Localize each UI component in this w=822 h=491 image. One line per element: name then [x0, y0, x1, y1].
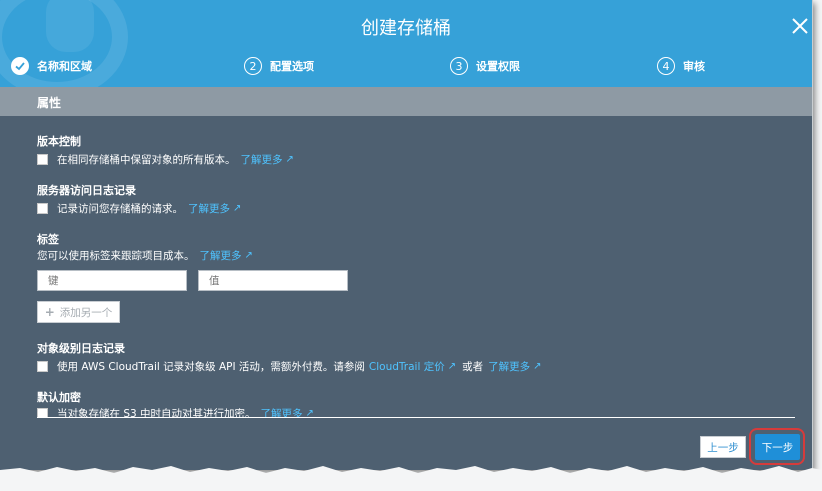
step-number: 4 — [657, 57, 675, 75]
dialog-header: 创建存储桶 名称和区域 2 配置选项 3 设置权限 4 审核 — [0, 0, 812, 98]
step-set-permissions[interactable]: 3 设置权限 — [450, 54, 520, 78]
versioning-checkbox[interactable] — [37, 154, 48, 165]
previous-button[interactable]: 上一步 — [700, 436, 746, 458]
close-icon[interactable] — [790, 16, 810, 36]
access-logging-row: 记录访问您存储桶的请求。 了解更多 ↗ — [37, 201, 241, 216]
step-label: 名称和区域 — [37, 60, 92, 73]
section-title: 属性 — [37, 96, 62, 110]
add-tag-button[interactable]: + 添加另一个 — [37, 301, 120, 323]
object-logging-row: 使用 AWS CloudTrail 记录对象级 API 活动，需额外付费。请参阅… — [37, 359, 541, 374]
create-bucket-dialog: 创建存储桶 名称和区域 2 配置选项 3 设置权限 4 审核 属性 版本控制 在… — [0, 0, 813, 470]
encryption-heading: 默认加密 — [37, 391, 81, 404]
dialog-title: 创建存储桶 — [361, 18, 451, 39]
access-logging-label: 记录访问您存储桶的请求。 — [57, 203, 183, 215]
content-divider — [37, 417, 795, 418]
tags-description-row: 您可以使用标签来跟踪项目成本。 了解更多 ↗ — [37, 248, 253, 263]
step-label: 审核 — [683, 60, 705, 73]
step-review[interactable]: 4 审核 — [657, 54, 705, 78]
torn-edge — [0, 466, 822, 491]
wizard-steps: 名称和区域 2 配置选项 3 设置权限 4 审核 — [0, 54, 812, 78]
step-label: 设置权限 — [476, 60, 520, 73]
plus-icon: + — [44, 305, 55, 319]
tag-value-input[interactable] — [198, 270, 348, 291]
properties-content: 版本控制 在相同存储桶中保留对象的所有版本。 了解更多 ↗ 服务器访问日志记录 … — [0, 116, 812, 418]
add-tag-label: 添加另一个 — [59, 306, 113, 319]
external-link-icon: ↗ — [447, 361, 457, 372]
tag-key-input[interactable] — [37, 270, 187, 291]
step-number: 2 — [244, 57, 262, 75]
access-logging-learn-more-link[interactable]: 了解更多 — [188, 201, 230, 216]
object-logging-checkbox[interactable] — [37, 361, 48, 372]
versioning-label: 在相同存储桶中保留对象的所有版本。 — [57, 154, 236, 166]
versioning-learn-more-link[interactable]: 了解更多 — [241, 152, 283, 167]
tags-learn-more-link[interactable]: 了解更多 — [200, 248, 242, 263]
tags-heading: 标签 — [37, 233, 59, 246]
tags-description: 您可以使用标签来跟踪项目成本。 — [37, 250, 195, 262]
cloudtrail-pricing-link[interactable]: CloudTrail 定价 — [369, 359, 445, 374]
access-logging-heading: 服务器访问日志记录 — [37, 184, 136, 197]
or-text: 或者 — [462, 361, 484, 373]
versioning-row: 在相同存储桶中保留对象的所有版本。 了解更多 ↗ — [37, 152, 294, 167]
object-logging-label: 使用 AWS CloudTrail 记录对象级 API 活动，需额外付费。请参阅 — [57, 361, 365, 373]
external-link-icon: ↗ — [533, 361, 542, 372]
access-logging-checkbox[interactable] — [37, 203, 48, 214]
external-link-icon: ↗ — [233, 203, 242, 214]
checkmark-icon — [11, 57, 29, 75]
step-name-and-region[interactable]: 名称和区域 — [11, 54, 92, 78]
object-logging-heading: 对象级别日志记录 — [37, 342, 125, 355]
next-button[interactable]: 下一步 — [755, 434, 800, 460]
step-number: 3 — [450, 57, 468, 75]
external-link-icon: ↗ — [285, 154, 294, 165]
step-configure-options[interactable]: 2 配置选项 — [244, 54, 314, 78]
step-label: 配置选项 — [270, 60, 314, 73]
section-bar: 属性 — [0, 87, 812, 116]
object-logging-learn-more-link[interactable]: 了解更多 — [488, 359, 530, 374]
versioning-heading: 版本控制 — [37, 135, 81, 148]
external-link-icon: ↗ — [244, 250, 253, 261]
